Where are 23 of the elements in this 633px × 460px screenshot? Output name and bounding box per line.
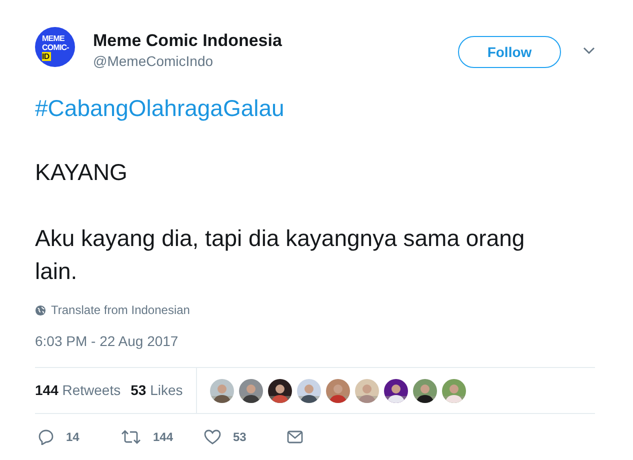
heart-icon[interactable] xyxy=(204,429,221,445)
stat-link[interactable]: 53 Likes xyxy=(130,380,183,401)
action-count: 144 xyxy=(153,429,174,446)
translate-link[interactable]: Translate from Indonesian xyxy=(51,301,190,319)
logo-text: COMIC- xyxy=(42,42,69,52)
logo-text: MEME xyxy=(42,34,64,42)
follow-button[interactable]: Follow xyxy=(458,36,561,68)
reply-icon[interactable] xyxy=(38,429,54,445)
retweet-icon[interactable] xyxy=(121,429,141,445)
author-name[interactable]: Meme Comic Indonesia xyxy=(93,30,282,52)
stat-link[interactable]: 144 Retweets xyxy=(35,380,121,401)
tweet-text: KAYANG xyxy=(35,158,128,187)
avatar-logo[interactable]: MEME COMIC- ID xyxy=(35,27,75,67)
tweet-text: Aku kayang dia, tapi dia kayangnya sama orang lain. xyxy=(35,224,526,286)
tweet-timestamp[interactable]: 6:03 PM - 22 Aug 2017 xyxy=(35,331,178,352)
envelope-icon[interactable] xyxy=(287,430,303,444)
action-count: 14 xyxy=(66,429,80,446)
chevron-down-icon[interactable] xyxy=(583,47,595,55)
logo-text: ID xyxy=(42,52,52,60)
author-handle[interactable]: @MemeComicIndo xyxy=(93,52,282,70)
globe-icon xyxy=(35,304,46,316)
action-count: 53 xyxy=(233,429,246,446)
hashtag-link[interactable]: #CabangOlahragaGalau xyxy=(35,93,284,123)
